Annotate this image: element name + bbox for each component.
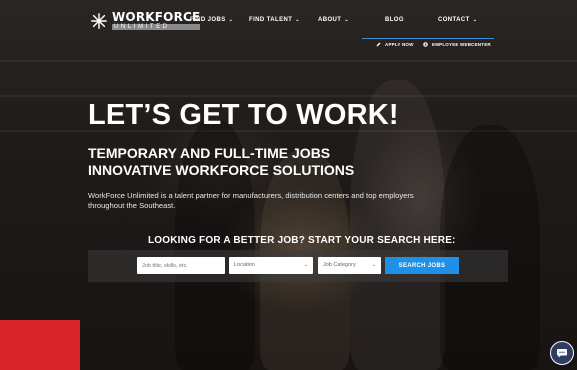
hero-subtitle-line: INNOVATIVE WORKFORCE SOLUTIONS [88,162,355,178]
nav-item-label: ABOUT [318,17,342,23]
site-header: WORKFORCE UNLIMITED FIND JOBS ⌄ FIND TALE… [0,0,577,52]
nav-item-contact[interactable]: CONTACT ⌄ [438,17,477,23]
chevron-down-icon: ⌄ [228,17,234,23]
chevron-down-icon: ⌄ [472,17,478,23]
chevron-down-icon: ⌄ [344,17,349,23]
person-silhouette [440,125,540,370]
nav-item-find-talent[interactable]: FIND TALENT ⌄ [249,17,300,23]
job-category-select[interactable]: Job Category ⌄ [318,257,381,274]
chat-button[interactable] [550,341,574,365]
chat-bubble-icon [557,349,567,358]
apply-now-label: APPLY NOW [385,42,414,47]
nav-item-find-jobs[interactable]: FIND JOBS ⌄ [190,17,233,23]
pencil-icon [376,42,381,47]
sub-nav-divider [362,38,494,39]
hero-subtitle: TEMPORARY AND FULL-TIME JOBS INNOVATIVE … [88,145,354,179]
nav-item-label: CONTACT [438,17,470,23]
search-jobs-button[interactable]: SEARCH JOBS [385,257,459,274]
apply-now-link[interactable]: APPLY NOW [376,42,414,47]
location-select[interactable]: Location ⌄ [229,257,313,274]
nav-item-label: FIND JOBS [190,17,226,23]
search-heading: LOOKING FOR A BETTER JOB? START YOUR SEA… [148,235,456,246]
employee-webcenter-label: EMPLOYEE WEBCENTER [432,42,491,47]
hero-background-photo [0,0,577,370]
shelf-line [0,60,577,62]
nav-item-about[interactable]: ABOUT ⌄ [318,17,349,23]
main-nav: FIND JOBS ⌄ FIND TALENT ⌄ ABOUT ⌄ BLOG CONT… [0,17,577,29]
job-keyword-input[interactable] [137,257,225,274]
hero-description: WorkForce Unlimited is a talent partner … [88,191,414,210]
location-select-value: Location [234,262,255,268]
user-icon [423,42,428,47]
chevron-down-icon: ⌄ [371,262,376,268]
chevron-down-icon: ⌄ [303,262,308,268]
red-promo-block[interactable] [0,320,80,370]
employee-webcenter-link[interactable]: EMPLOYEE WEBCENTER [423,42,491,47]
nav-item-label: BLOG [385,17,404,23]
nav-item-blog[interactable]: BLOG [385,17,404,23]
job-category-select-value: Job Category [323,262,356,268]
hero-title: LET’S GET TO WORK! [88,99,399,131]
nav-item-label: FIND TALENT [249,17,293,23]
shelf-line [0,95,577,97]
page: WORKFORCE UNLIMITED FIND JOBS ⌄ FIND TALE… [0,0,577,370]
chevron-down-icon: ⌄ [295,17,300,23]
hero-subtitle-line: TEMPORARY AND FULL-TIME JOBS [88,145,331,161]
